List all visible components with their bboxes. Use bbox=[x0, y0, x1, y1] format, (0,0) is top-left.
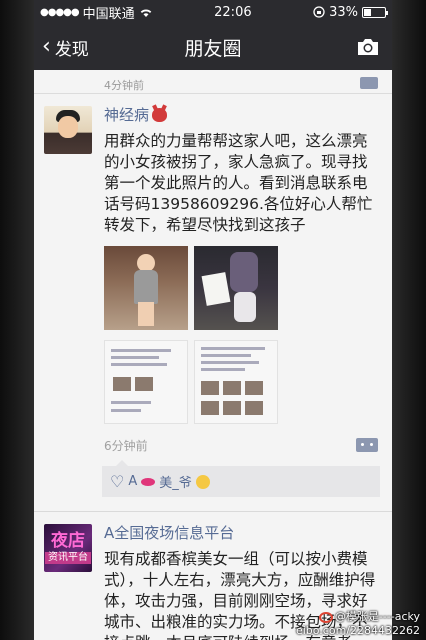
photo-street-scene[interactable] bbox=[194, 246, 278, 330]
weibo-logo-icon bbox=[318, 611, 333, 623]
liker-name-suffix[interactable]: 美_爷 bbox=[159, 472, 192, 491]
likes-bar: ♡ A 美_爷 bbox=[102, 460, 380, 497]
post-author-name[interactable]: A全国夜场信息平台 bbox=[104, 522, 234, 543]
page-title: 朋友圈 bbox=[184, 37, 242, 60]
heart-icon: ♡ bbox=[110, 472, 125, 491]
post-images-row-2 bbox=[104, 340, 382, 424]
back-button[interactable]: ‹ 发现 bbox=[42, 35, 89, 60]
photo-chat-screenshot-2[interactable] bbox=[194, 340, 278, 424]
previous-post-time: 4分钟前 bbox=[104, 79, 144, 92]
clock: 22:06 bbox=[214, 4, 252, 20]
avatar-logo-text: 夜店 bbox=[51, 530, 85, 551]
phone-bezel-right bbox=[392, 0, 426, 640]
phone-screen: ●●●●● 中国联通 22:06 33% ‹ 发现 朋友圈 4分钟前 神经病 用… bbox=[34, 0, 392, 640]
lips-emoji-icon bbox=[141, 477, 156, 486]
post-time: 6分钟前 bbox=[104, 438, 148, 453]
liker-name[interactable]: A bbox=[128, 474, 137, 489]
previous-post-footer: 4分钟前 bbox=[34, 70, 392, 94]
camera-icon[interactable] bbox=[356, 37, 380, 56]
devil-emoji-icon bbox=[152, 107, 168, 122]
photo-chat-screenshot-1[interactable] bbox=[104, 340, 188, 424]
battery-icon bbox=[362, 6, 388, 18]
signal-icon: ●●●●● bbox=[40, 6, 80, 18]
battery-percent: 33% bbox=[329, 4, 358, 20]
carrier-label: 中国联通 bbox=[82, 6, 135, 22]
phone-bezel-left bbox=[0, 0, 34, 640]
comment-icon[interactable] bbox=[356, 438, 378, 452]
chevron-left-icon: ‹ bbox=[42, 34, 51, 59]
moments-feed[interactable]: 4分钟前 神经病 用群众的力量帮帮这家人吧，这么漂亮的小女孩被拐了，家人急疯了。… bbox=[34, 70, 392, 640]
avatar[interactable]: 夜店 资讯平台 bbox=[44, 524, 92, 572]
smirk-emoji-icon bbox=[195, 474, 210, 489]
orientation-lock-icon bbox=[313, 6, 325, 18]
moment-post: 神经病 用群众的力量帮帮这家人吧，这么漂亮的小女孩被拐了，家人急疯了。现寻找第一… bbox=[34, 94, 392, 456]
wifi-icon bbox=[140, 8, 151, 17]
post-author-name[interactable]: 神经病 bbox=[104, 104, 149, 125]
watermark-url: eibo.com/2284432262 bbox=[295, 624, 420, 637]
back-label: 发现 bbox=[54, 39, 89, 60]
photo-girl[interactable] bbox=[104, 246, 188, 330]
post-images bbox=[104, 246, 382, 330]
nav-bar: ‹ 发现 朋友圈 bbox=[34, 24, 392, 70]
avatar[interactable] bbox=[44, 106, 92, 154]
weibo-watermark: @模张是----acky eibo.com/2284432262 bbox=[296, 610, 420, 638]
comment-icon[interactable] bbox=[360, 77, 378, 89]
status-bar: ●●●●● 中国联通 22:06 33% bbox=[34, 0, 392, 24]
post-text: 用群众的力量帮帮这家人吧，这么漂亮的小女孩被拐了，家人急疯了。现寻找第一个发此照… bbox=[104, 132, 373, 234]
avatar-logo-subtext: 资讯平台 bbox=[45, 551, 91, 564]
watermark-user: @模张是----acky bbox=[334, 610, 420, 623]
